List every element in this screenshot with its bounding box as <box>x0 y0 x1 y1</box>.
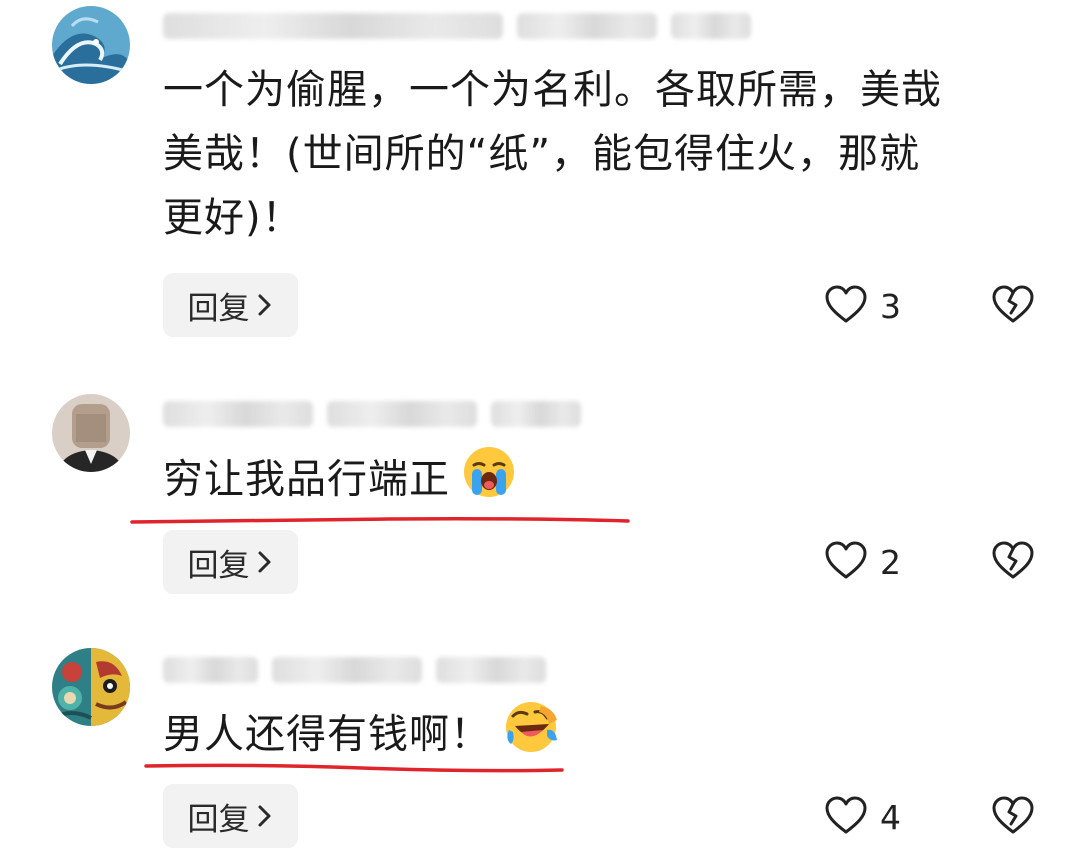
reply-button[interactable]: 回复 <box>163 530 298 594</box>
avatar[interactable] <box>52 648 130 726</box>
avatar[interactable] <box>52 6 130 84</box>
comment-item: 穷让我品行端正 回复 2 <box>0 380 1080 610</box>
reply-label: 回复 <box>187 290 250 327</box>
dislike-button[interactable] <box>990 274 1036 338</box>
heart-outline-icon <box>824 795 868 839</box>
rolling-laughing-emoji <box>503 700 559 773</box>
broken-heart-icon <box>991 540 1035 584</box>
comment-item: 一个为偷腥，一个为名利。各取所需，美哉 美哉！(世间所的“纸”，能包得住火，那就… <box>0 0 1080 350</box>
like-button[interactable]: 3 <box>824 274 901 338</box>
comment-text-content: 男人还得有钱啊！ <box>163 711 491 758</box>
comment-text: 一个为偷腥，一个为名利。各取所需，美哉 美哉！(世间所的“纸”，能包得住火，那就… <box>163 67 942 241</box>
like-count: 4 <box>880 797 901 837</box>
reply-button[interactable]: 回复 <box>163 273 298 337</box>
avatar[interactable] <box>52 394 130 472</box>
dislike-button[interactable] <box>990 530 1036 594</box>
like-count: 3 <box>880 286 901 326</box>
comment-text-content: 穷让我品行端正 <box>163 456 450 503</box>
reply-label: 回复 <box>187 801 250 838</box>
like-button[interactable]: 4 <box>824 785 901 849</box>
person-avatar <box>52 394 130 472</box>
comment-meta-blurred <box>163 394 581 434</box>
reply-button[interactable]: 回复 <box>163 784 298 848</box>
broken-heart-icon <box>991 284 1035 328</box>
heart-outline-icon <box>824 284 868 328</box>
comment-meta-blurred <box>163 6 751 46</box>
reply-label: 回复 <box>187 547 250 584</box>
chevron-right-icon <box>256 292 274 318</box>
dislike-button[interactable] <box>990 785 1036 849</box>
like-count: 2 <box>880 542 901 582</box>
loudly-crying-emoji <box>462 445 516 518</box>
comment-meta-blurred <box>163 650 546 690</box>
illustrated-avatar <box>52 648 130 726</box>
heart-outline-icon <box>824 540 868 584</box>
comment-item: 男人还得有钱啊！ 回复 4 <box>0 636 1080 858</box>
chevron-right-icon <box>256 803 274 829</box>
broken-heart-icon <box>991 795 1035 839</box>
comment-text: 穷让我品行端正 <box>163 445 516 518</box>
comment-text: 男人还得有钱啊！ <box>163 700 559 773</box>
like-button[interactable]: 2 <box>824 530 901 594</box>
wave-avatar <box>52 6 130 84</box>
chevron-right-icon <box>256 549 274 575</box>
